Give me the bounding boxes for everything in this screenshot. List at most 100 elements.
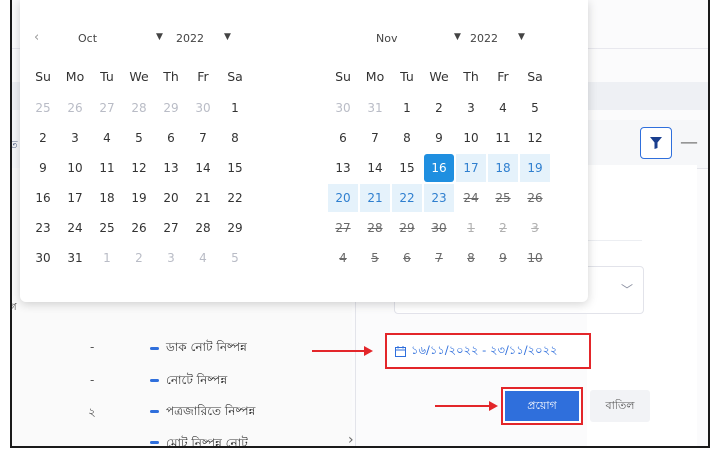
calendar-day[interactable]: 3 [456, 94, 486, 122]
calendar-day[interactable]: 20 [156, 184, 186, 212]
calendar-day[interactable]: 15 [220, 154, 250, 182]
chevron-down-icon[interactable]: ▼ [224, 32, 231, 42]
calendar-day[interactable]: 9 [424, 124, 454, 152]
calendar-day[interactable]: 17 [456, 154, 486, 182]
date-range-field[interactable]: ১৬/১১/২০২২ - ২৩/১১/২০২২ [385, 333, 591, 369]
calendar-day[interactable]: 11 [488, 124, 518, 152]
chevron-down-icon[interactable]: ▼ [156, 32, 163, 42]
calendar-day[interactable]: 5 [124, 124, 154, 152]
calendar-day[interactable]: 9 [28, 154, 58, 182]
chevron-down-icon[interactable]: ▼ [518, 32, 525, 42]
calendar-day[interactable]: 27 [328, 214, 358, 242]
calendar-day[interactable]: 2 [124, 244, 154, 272]
calendar-day[interactable]: 3 [60, 124, 90, 152]
calendar-day[interactable]: 2 [28, 124, 58, 152]
calendar-day[interactable]: 28 [188, 214, 218, 242]
calendar-day[interactable]: 11 [92, 154, 122, 182]
calendar-day[interactable]: 22 [220, 184, 250, 212]
calendar-day[interactable]: 30 [424, 214, 454, 242]
calendar-day[interactable]: 26 [60, 94, 90, 122]
calendar-day[interactable]: 21 [360, 184, 390, 212]
calendar-day[interactable]: 8 [220, 124, 250, 152]
calendar-day[interactable]: 1 [392, 94, 422, 122]
calendar-day[interactable]: 25 [488, 184, 518, 212]
calendar-day[interactable]: 9 [488, 244, 518, 272]
calendar-day[interactable]: 25 [92, 214, 122, 242]
apply-button[interactable]: প্রয়োগ [505, 391, 579, 421]
calendar-day[interactable]: 7 [424, 244, 454, 272]
calendar-day[interactable]: 19 [520, 154, 550, 182]
calendar-day[interactable]: 21 [188, 184, 218, 212]
calendar-day[interactable]: 27 [92, 94, 122, 122]
calendar-day[interactable]: 23 [424, 184, 454, 212]
calendar-day[interactable]: 14 [188, 154, 218, 182]
calendar-day[interactable]: 3 [520, 214, 550, 242]
calendar-day[interactable]: 30 [28, 244, 58, 272]
calendar-day[interactable]: 29 [392, 214, 422, 242]
year-select[interactable]: 2022 [176, 32, 204, 45]
minus-icon[interactable]: — [680, 132, 698, 153]
calendar-day[interactable]: 27 [156, 214, 186, 242]
calendar-day[interactable]: 24 [60, 214, 90, 242]
calendar-day[interactable]: 13 [156, 154, 186, 182]
calendar-day[interactable]: 6 [392, 244, 422, 272]
calendar-day[interactable]: 30 [328, 94, 358, 122]
calendar-day[interactable]: 26 [124, 214, 154, 242]
calendar-day[interactable]: 31 [360, 94, 390, 122]
calendar-day[interactable]: 10 [456, 124, 486, 152]
chevron-right-icon[interactable]: › [348, 432, 354, 446]
calendar-day[interactable]: 18 [488, 154, 518, 182]
month-select[interactable]: Nov [376, 32, 397, 45]
calendar-day[interactable]: 5 [520, 94, 550, 122]
calendar-day[interactable]: 2 [488, 214, 518, 242]
month-select[interactable]: Oct [78, 32, 97, 45]
calendar-day[interactable]: 4 [488, 94, 518, 122]
calendar-day[interactable]: 24 [456, 184, 486, 212]
chevron-left-icon[interactable]: ‹ [34, 30, 39, 45]
calendar-day[interactable]: 6 [328, 124, 358, 152]
calendar-day[interactable]: 16 [424, 154, 454, 182]
calendar-day[interactable]: 18 [92, 184, 122, 212]
calendar-day[interactable]: 8 [392, 124, 422, 152]
calendar-day[interactable]: 5 [360, 244, 390, 272]
calendar-day[interactable]: 26 [520, 184, 550, 212]
calendar-day[interactable]: 7 [188, 124, 218, 152]
calendar-day[interactable]: 19 [124, 184, 154, 212]
calendar-day[interactable]: 3 [156, 244, 186, 272]
calendar-day[interactable]: 25 [28, 94, 58, 122]
calendar-day[interactable]: 4 [188, 244, 218, 272]
calendar-day[interactable]: 10 [520, 244, 550, 272]
calendar-day[interactable]: 14 [360, 154, 390, 182]
calendar-day[interactable]: 12 [124, 154, 154, 182]
calendar-day[interactable]: 5 [220, 244, 250, 272]
calendar-day[interactable]: 1 [456, 214, 486, 242]
calendar-day[interactable]: 4 [92, 124, 122, 152]
calendar-day[interactable]: 29 [156, 94, 186, 122]
calendar-day[interactable]: 17 [60, 184, 90, 212]
calendar-day[interactable]: 8 [456, 244, 486, 272]
calendar-day[interactable]: 7 [360, 124, 390, 152]
calendar-day[interactable]: 23 [28, 214, 58, 242]
calendar-day[interactable]: 12 [520, 124, 550, 152]
calendar-day[interactable]: 22 [392, 184, 422, 212]
calendar-day[interactable]: 29 [220, 214, 250, 242]
bullet-icon [150, 379, 159, 382]
calendar-day[interactable]: 30 [188, 94, 218, 122]
calendar-day[interactable]: 20 [328, 184, 358, 212]
calendar-day[interactable]: 28 [360, 214, 390, 242]
year-select[interactable]: 2022 [470, 32, 498, 45]
calendar-day[interactable]: 1 [220, 94, 250, 122]
calendar-day[interactable]: 15 [392, 154, 422, 182]
calendar-day[interactable]: 16 [28, 184, 58, 212]
cancel-button[interactable]: বাতিল [590, 390, 650, 422]
calendar-day[interactable]: 1 [92, 244, 122, 272]
calendar-day[interactable]: 6 [156, 124, 186, 152]
filter-button[interactable] [640, 127, 672, 159]
calendar-day[interactable]: 4 [328, 244, 358, 272]
calendar-day[interactable]: 2 [424, 94, 454, 122]
calendar-day[interactable]: 31 [60, 244, 90, 272]
calendar-day[interactable]: 13 [328, 154, 358, 182]
chevron-down-icon[interactable]: ▼ [454, 32, 461, 42]
calendar-day[interactable]: 28 [124, 94, 154, 122]
calendar-day[interactable]: 10 [60, 154, 90, 182]
